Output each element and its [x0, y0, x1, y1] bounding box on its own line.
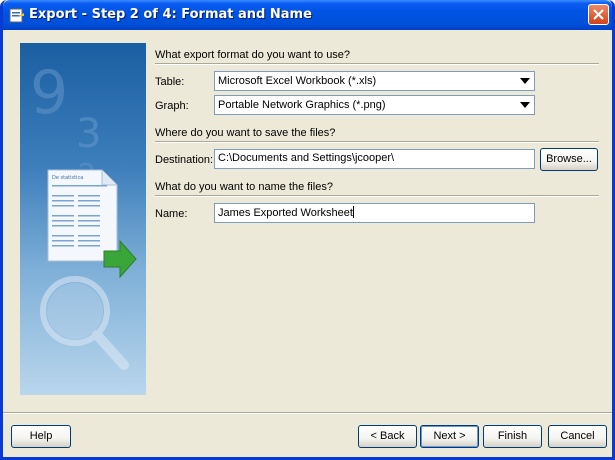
magnifier-icon: [40, 276, 129, 370]
name-input[interactable]: James Exported Worksheet: [214, 203, 535, 223]
name-section-header: What do you want to name the files?: [155, 181, 333, 193]
format-section-header: What export format do you want to use?: [155, 49, 351, 61]
title-bar: Export - Step 2 of 4: Format and Name: [3, 0, 612, 30]
graph-format-value: Portable Network Graphics (*.png): [218, 99, 386, 111]
help-button[interactable]: Help: [11, 425, 71, 448]
finish-button[interactable]: Finish: [483, 425, 542, 448]
export-illustration: 9 3 2 De statistica: [30, 58, 137, 370]
destination-label: Destination:: [155, 154, 214, 166]
save-section-header: Where do you want to save the files?: [155, 127, 336, 139]
graph-label: Graph:: [155, 100, 189, 112]
dropdown-arrow-icon: [520, 102, 530, 108]
section-divider: [155, 63, 599, 65]
document-icon: De statistica: [47, 169, 118, 262]
back-button[interactable]: < Back: [358, 425, 417, 448]
section-divider: [155, 141, 599, 143]
wizard-side-graphic: 9 3 2 De statistica: [20, 43, 146, 395]
name-input-value: James Exported Worksheet: [218, 207, 353, 219]
svg-text:3: 3: [76, 111, 101, 157]
window-title: Export - Step 2 of 4: Format and Name: [29, 7, 312, 22]
close-button[interactable]: [588, 4, 609, 25]
graph-format-dropdown[interactable]: Portable Network Graphics (*.png): [214, 95, 535, 115]
next-button[interactable]: Next >: [420, 425, 479, 448]
table-label: Table:: [155, 76, 185, 88]
section-divider: [155, 195, 599, 197]
document-heading: De statistica: [52, 175, 83, 181]
export-wizard-dialog: Export - Step 2 of 4: Format and Name 9 …: [0, 0, 615, 460]
table-format-value: Microsoft Excel Workbook (*.xls): [218, 75, 377, 87]
close-icon: [593, 9, 604, 20]
app-icon: [9, 8, 24, 23]
name-label: Name:: [155, 208, 188, 220]
table-format-dropdown[interactable]: Microsoft Excel Workbook (*.xls): [214, 71, 535, 91]
cancel-button[interactable]: Cancel: [548, 425, 607, 448]
dropdown-arrow-icon: [520, 78, 530, 84]
footer-divider: [3, 412, 612, 414]
destination-input[interactable]: C:\Documents and Settings\jcooper\: [214, 149, 535, 169]
svg-text:9: 9: [30, 58, 68, 128]
browse-button[interactable]: Browse...: [540, 148, 598, 171]
text-caret: [352, 206, 354, 218]
